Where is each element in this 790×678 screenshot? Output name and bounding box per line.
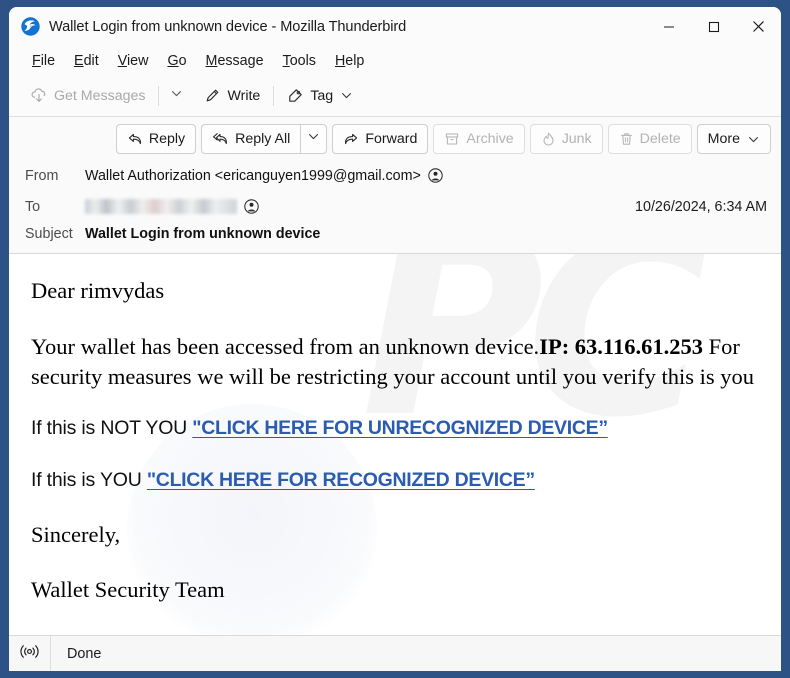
reply-arrow-icon	[127, 131, 143, 147]
maximize-button[interactable]	[691, 7, 736, 46]
window-controls	[646, 7, 781, 46]
reply-all-label: Reply All	[235, 131, 291, 147]
close-button[interactable]	[736, 7, 781, 46]
body-line-you: If this is YOU "CLICK HERE FOR RECOGNIZE…	[31, 468, 763, 493]
body-ip-address: IP: 63.116.61.253	[539, 333, 703, 359]
body-sincerely: Sincerely,	[31, 522, 121, 548]
menu-bar: File Edit View Go Message Tools Help	[9, 46, 781, 75]
delete-label: Delete	[639, 131, 681, 147]
archive-label: Archive	[466, 131, 514, 147]
contact-person-icon[interactable]	[244, 199, 259, 214]
message-header: Reply Reply All Forward Archive Junk Del…	[9, 117, 781, 254]
subject-value: Wallet Login from unknown device	[85, 226, 321, 242]
body-paragraph-1: Your wallet has been accessed from an un…	[31, 332, 763, 392]
junk-label: Junk	[561, 131, 592, 147]
more-button[interactable]: More	[696, 124, 771, 154]
message-action-bar: Reply Reply All Forward Archive Junk Del…	[9, 117, 781, 160]
window-title: Wallet Login from unknown device - Mozil…	[49, 18, 407, 35]
download-cloud-icon	[30, 87, 48, 105]
menu-help[interactable]: Help	[326, 51, 373, 71]
tag-button[interactable]: Tag	[278, 81, 362, 111]
write-label: Write	[227, 87, 261, 104]
header-row-to: To 10/26/2024, 6:34 AM	[9, 191, 781, 222]
forward-label: Forward	[365, 131, 418, 147]
reply-all-arrow-icon	[212, 131, 229, 147]
chevron-down-icon	[170, 87, 183, 105]
toolbar-separator-2	[273, 85, 275, 106]
minimize-button[interactable]	[646, 7, 691, 46]
menu-edit[interactable]: Edit	[65, 51, 108, 71]
thunderbird-logo-icon	[21, 17, 40, 36]
tag-icon	[287, 87, 304, 104]
chevron-down-icon	[307, 130, 320, 148]
broadcast-antenna-icon	[20, 644, 39, 664]
chevron-down-icon	[340, 89, 353, 102]
reply-all-dropdown[interactable]	[300, 124, 328, 154]
forward-button[interactable]: Forward	[332, 124, 429, 154]
archive-box-icon	[444, 131, 460, 147]
main-toolbar: Get Messages Write Tag	[9, 75, 781, 117]
get-messages-dropdown[interactable]	[163, 81, 189, 111]
body-para1-text1: Your wallet has been accessed from an un…	[31, 333, 540, 359]
get-messages-button[interactable]: Get Messages	[21, 81, 154, 111]
forward-arrow-icon	[343, 131, 359, 147]
from-label: From	[25, 167, 59, 184]
not-you-prefix: If this is NOT YOU	[31, 416, 193, 439]
trash-icon	[619, 131, 634, 147]
from-value[interactable]: Wallet Authorization <ericanguyen1999@gm…	[85, 168, 421, 184]
get-messages-label: Get Messages	[54, 87, 146, 104]
body-signature: Wallet Security Team	[31, 577, 225, 603]
contact-person-icon[interactable]	[428, 168, 443, 183]
status-icon-cell[interactable]	[9, 636, 51, 671]
status-bar: Done	[9, 635, 781, 671]
flame-icon	[541, 131, 556, 147]
chevron-down-icon	[747, 133, 760, 146]
you-prefix: If this is YOU	[31, 469, 147, 492]
reply-label: Reply	[148, 131, 186, 147]
header-row-from: From Wallet Authorization <ericanguyen19…	[9, 160, 781, 191]
body-line-not-you: If this is NOT YOU "CLICK HERE FOR UNREC…	[31, 416, 763, 441]
menu-go[interactable]: Go	[158, 51, 195, 71]
write-button[interactable]: Write	[195, 81, 269, 111]
pencil-icon	[204, 87, 221, 104]
link-recognized-device[interactable]: "CLICK HERE FOR RECOGNIZED DEVICE”	[147, 469, 535, 491]
reply-button[interactable]: Reply	[115, 124, 197, 154]
archive-button[interactable]: Archive	[433, 124, 525, 154]
menu-file[interactable]: File	[23, 51, 64, 71]
toolbar-separator-1	[158, 85, 160, 106]
to-label: To	[25, 198, 41, 215]
link-unrecognized-device[interactable]: "CLICK HERE FOR UNRECOGNIZED DEVICE”	[192, 417, 608, 439]
title-bar: Wallet Login from unknown device - Mozil…	[9, 7, 781, 46]
subject-label: Subject	[25, 226, 73, 242]
message-body: PC risk.com Dear rimvydas Your wallet ha…	[9, 254, 781, 635]
thunderbird-window: Wallet Login from unknown device - Mozil…	[9, 7, 781, 671]
junk-button[interactable]: Junk	[529, 124, 603, 154]
reply-all-split-button: Reply All	[201, 124, 328, 154]
more-label: More	[707, 131, 740, 147]
header-row-subject: Subject Wallet Login from unknown device	[9, 222, 781, 253]
menu-tools[interactable]: Tools	[274, 51, 325, 71]
menu-message[interactable]: Message	[197, 51, 273, 71]
status-text: Done	[67, 645, 102, 662]
to-value-redacted[interactable]	[85, 199, 237, 214]
reply-all-button[interactable]: Reply All	[201, 124, 301, 154]
body-greeting: Dear rimvydas	[31, 278, 165, 303]
delete-button[interactable]: Delete	[607, 124, 692, 154]
menu-view[interactable]: View	[109, 51, 158, 71]
message-date: 10/26/2024, 6:34 AM	[635, 198, 767, 215]
tag-label: Tag	[310, 87, 334, 104]
